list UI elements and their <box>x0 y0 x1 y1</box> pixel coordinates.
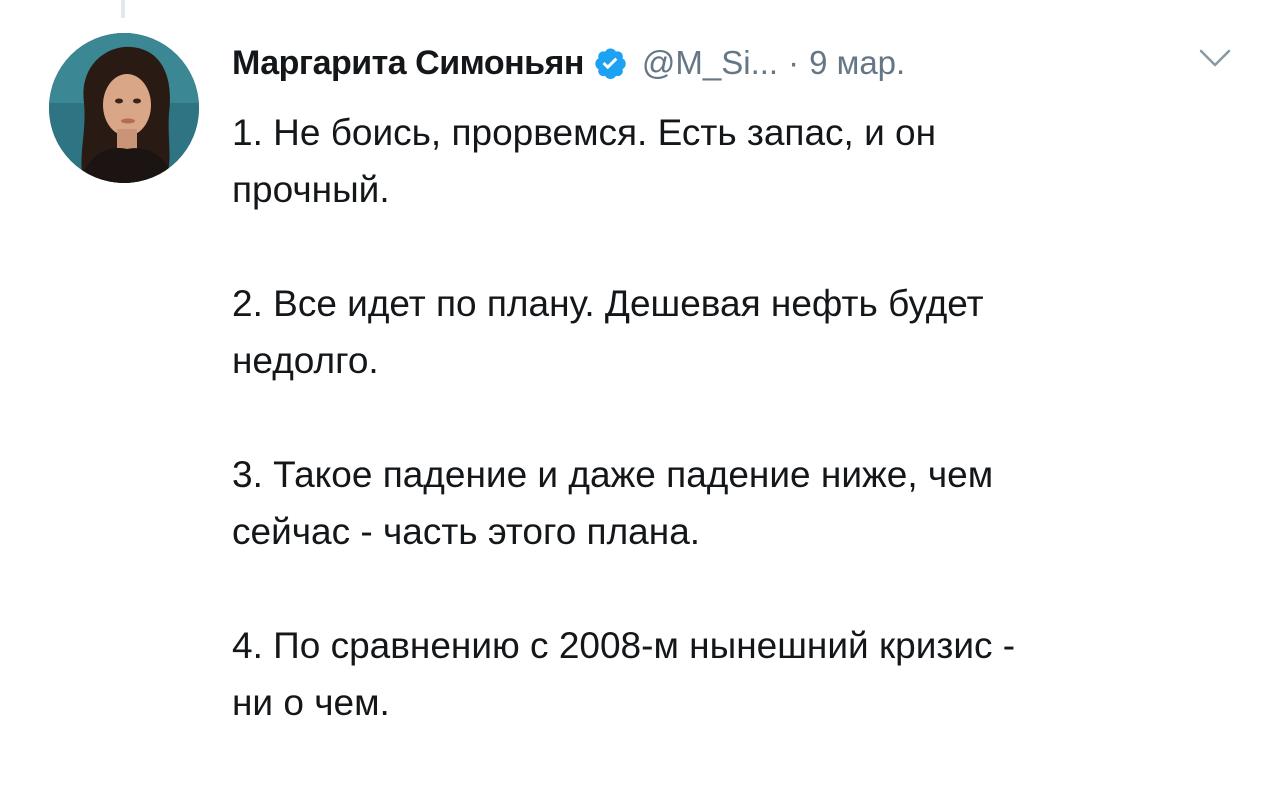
author-handle[interactable]: @M_Si... <box>642 44 778 82</box>
verified-badge-icon <box>592 45 628 81</box>
header-separator: · <box>788 44 800 81</box>
tweet-paragraph: 2. Все идет по плану. Дешевая нефть буде… <box>232 283 984 381</box>
avatar[interactable] <box>49 33 199 183</box>
author-name[interactable]: Маргарита Симоньян <box>232 44 584 83</box>
tweet-paragraph: 3. Такое падение и даже падение ниже, че… <box>232 454 994 552</box>
avatar-image <box>49 33 199 183</box>
tweet-paragraph: 1. Не боись, прорвемся. Есть запас, и он… <box>232 112 937 210</box>
thread-connector-line <box>121 0 125 18</box>
chevron-down-icon[interactable] <box>1198 48 1232 70</box>
tweet-date[interactable]: 9 мар. <box>809 44 905 82</box>
tweet-header: Маргарита Симоньян @M_Si... · 9 мар. <box>232 38 905 88</box>
tweet-body: 1. Не боись, прорвемся. Есть запас, и он… <box>232 104 1242 788</box>
tweet-paragraph: 4. По сравнению с 2008-м нынешний кризис… <box>232 625 1016 723</box>
